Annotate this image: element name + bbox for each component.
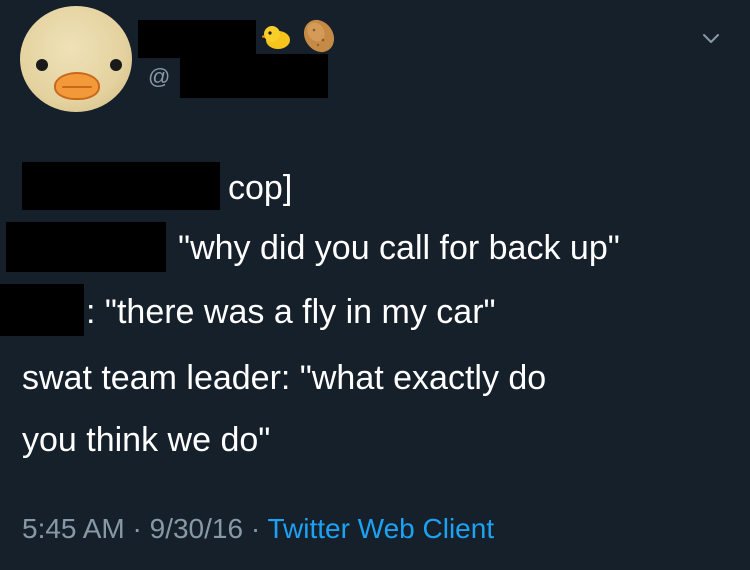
tweet-time[interactable]: 5:45 AM xyxy=(22,513,125,544)
meta-separator: · xyxy=(250,513,261,544)
baby-chick-emoji-icon xyxy=(262,26,290,49)
tweet-line-1: cop] xyxy=(228,169,293,207)
avatar-left-eye xyxy=(36,59,48,71)
tweet-date[interactable]: 9/30/16 xyxy=(150,513,243,544)
tweet-line-4: swat team leader: "what exactly do xyxy=(22,359,547,397)
display-name-redaction xyxy=(138,20,256,58)
potato-emoji-icon xyxy=(303,19,335,53)
tweet-line-5: you think we do" xyxy=(22,421,271,459)
tweet-line-2: "why did you call for back up" xyxy=(178,229,620,267)
meta-separator: · xyxy=(132,513,142,544)
avatar-beak xyxy=(54,72,100,100)
tweet-metadata: 5:45 AM · 9/30/16 · Twitter Web Client xyxy=(22,512,494,546)
tweet-card: @ cop] "why did you call for back up" : … xyxy=(0,0,750,570)
tweet-client-link[interactable]: Twitter Web Client xyxy=(267,513,494,544)
chevron-down-icon[interactable] xyxy=(700,28,722,50)
speaker-redaction-2 xyxy=(6,222,166,272)
user-handle[interactable]: @ xyxy=(148,64,170,90)
avatar[interactable] xyxy=(20,6,132,112)
speaker-redaction-1 xyxy=(22,162,220,210)
tweet-line-3: : "there was a fly in my car" xyxy=(86,293,496,331)
handle-redaction xyxy=(180,54,328,98)
avatar-right-eye xyxy=(110,59,122,71)
speaker-redaction-3 xyxy=(0,284,84,336)
